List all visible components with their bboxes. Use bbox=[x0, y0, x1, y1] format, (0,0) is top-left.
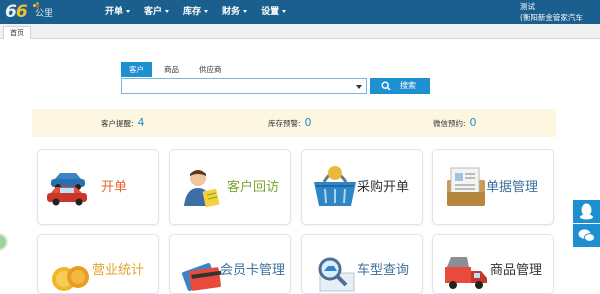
stat-inventory-warning[interactable]: 库存预警: 0 bbox=[268, 109, 312, 138]
search-icon bbox=[381, 81, 391, 91]
nav-inventory[interactable]: 库存 bbox=[176, 0, 215, 24]
wechat-button[interactable] bbox=[573, 224, 600, 247]
customer-visit-icon bbox=[184, 170, 220, 208]
tile-member-cards[interactable]: 会员卡管理 bbox=[169, 234, 291, 294]
tile-documents[interactable]: 单据管理 bbox=[432, 149, 554, 225]
search-tabs: 客户 商品 供应商 bbox=[121, 62, 234, 77]
tile-label: 客户回访 bbox=[227, 180, 280, 195]
chevron-down-icon bbox=[204, 10, 209, 13]
green-bubble-icon[interactable] bbox=[0, 233, 8, 251]
tile-business-stats[interactable]: 营业统计 bbox=[37, 234, 159, 294]
top-navbar: 66 公里 开单 客户 库存 财务 设置 测试 (衡阳新金管家汽车 bbox=[0, 0, 600, 24]
user-name: 测试 bbox=[520, 2, 535, 11]
truck-icon bbox=[445, 257, 487, 289]
stats-bar: 客户提醒: 4 库存预警: 0 微信预约: 0 bbox=[32, 109, 556, 137]
user-info[interactable]: 测试 (衡阳新金管家汽车 bbox=[520, 1, 598, 23]
nav-billing[interactable]: 开单 bbox=[98, 0, 137, 24]
chevron-down-icon bbox=[126, 10, 131, 13]
qq-icon bbox=[580, 203, 593, 220]
coins-icon bbox=[52, 266, 89, 291]
tile-car-search[interactable]: 车型查询 bbox=[301, 234, 423, 294]
wechat-icon bbox=[578, 229, 595, 242]
dropdown-arrow-icon bbox=[356, 85, 362, 89]
tab-home[interactable]: 首页 bbox=[3, 26, 31, 39]
tile-label: 采购开单 bbox=[357, 180, 410, 195]
nav-customers[interactable]: 客户 bbox=[137, 0, 176, 24]
tile-label: 营业统计 bbox=[92, 263, 145, 278]
tile-label: 会员卡管理 bbox=[220, 263, 286, 278]
tile-product-mgmt[interactable]: 商品管理 bbox=[432, 234, 554, 294]
documents-icon bbox=[447, 167, 485, 206]
search-button[interactable]: 搜索 bbox=[370, 78, 430, 94]
chevron-down-icon bbox=[243, 10, 248, 13]
chevron-down-icon bbox=[282, 10, 287, 13]
main-nav: 开单 客户 库存 财务 设置 bbox=[98, 0, 293, 24]
qq-button[interactable] bbox=[573, 200, 600, 223]
tile-billing[interactable]: 开单 bbox=[37, 149, 159, 225]
search-tab-customer[interactable]: 客户 bbox=[121, 62, 152, 77]
stat-wechat-booking[interactable]: 微信预约: 0 bbox=[433, 109, 477, 138]
stat-customer-reminder[interactable]: 客户提醒: 4 bbox=[101, 109, 145, 138]
user-company: (衡阳新金管家汽车 bbox=[520, 13, 583, 22]
tile-purchase[interactable]: 采购开单 bbox=[301, 149, 423, 225]
tile-label: 车型查询 bbox=[357, 263, 410, 278]
search-select[interactable] bbox=[121, 78, 367, 94]
logo-number: 66 bbox=[5, 2, 28, 22]
nav-settings[interactable]: 设置 bbox=[254, 0, 293, 24]
search-tab-supplier[interactable]: 供应商 bbox=[191, 62, 230, 77]
cars-icon bbox=[47, 173, 87, 206]
tile-label: 开单 bbox=[101, 180, 128, 195]
tab-strip bbox=[0, 24, 600, 39]
car-search-icon bbox=[318, 257, 355, 292]
search-tab-product[interactable]: 商品 bbox=[156, 62, 187, 77]
logo-subtitle: 公里 bbox=[35, 9, 54, 19]
chevron-down-icon bbox=[165, 10, 170, 13]
nav-finance[interactable]: 财务 bbox=[215, 0, 254, 24]
tile-customer-visit[interactable]: 客户回访 bbox=[169, 149, 291, 225]
tile-label: 单据管理 bbox=[486, 180, 539, 195]
logo[interactable]: 66 公里 bbox=[2, 0, 62, 24]
tile-label: 商品管理 bbox=[490, 263, 543, 278]
shopping-basket-icon bbox=[314, 166, 356, 206]
